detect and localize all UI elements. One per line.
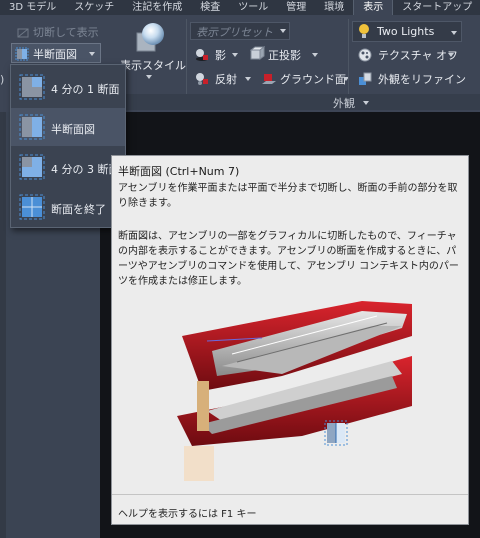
tooltip-detail: 断面図は、アセンブリの一部をグラフィカルに切断したもので、フィーチャの内部を表示…	[118, 231, 459, 287]
shadow-button[interactable]: 影	[215, 47, 226, 63]
tab-5[interactable]: 管理	[277, 0, 315, 15]
tooltip-description: アセンブリを作業平面または平面で半分まで切断し、断面の手前の部分を取り除きます。	[118, 183, 458, 209]
tab-8[interactable]: スタートアップ	[393, 0, 480, 15]
half-section-label: 半断面図	[33, 48, 77, 61]
menu-item-label: 4 分の 1 断面	[51, 83, 120, 96]
tooltip-help-hint: ヘルプを表示するには F1 キー	[118, 509, 257, 520]
shadow-icon	[195, 47, 209, 61]
menu-item-three-quarter-section[interactable]: 4 分の 3 断面	[11, 148, 125, 186]
menu-item-label: 断面を終了	[51, 203, 106, 216]
chevron-down-icon	[451, 31, 457, 35]
lighting-select-value: Two Lights	[377, 25, 435, 38]
display-style-button[interactable]: 表示スタイル	[120, 57, 186, 73]
menu-item-label: 4 分の 3 断面	[51, 163, 120, 176]
tab-7[interactable]: 表示	[353, 0, 394, 15]
section-view-dropdown: 4 分の 1 断面 半断面図 4 分の 3 断面 断面を終了	[10, 64, 126, 228]
tab-0[interactable]: 3D モデル	[0, 0, 65, 15]
three-quarter-section-icon	[19, 154, 45, 180]
menu-item-end-section[interactable]: 断面を終了	[11, 188, 125, 226]
menu-item-label: 半断面図	[51, 123, 95, 136]
chevron-down-icon[interactable]	[232, 53, 238, 57]
tab-6[interactable]: 環境	[315, 0, 353, 15]
reflection-icon	[195, 71, 209, 85]
tooltip-divider	[112, 494, 468, 495]
tooltip-illustration	[162, 296, 422, 486]
light-bulb-icon	[358, 23, 370, 39]
reflection-button[interactable]: 反射	[215, 71, 237, 87]
quarter-section-icon	[19, 74, 45, 100]
command-tooltip: 半断面図 (Ctrl+Num 7) アセンブリを作業平面または平面で半分まで切断…	[111, 155, 469, 525]
tab-1[interactable]: スケッチ	[65, 0, 123, 15]
half-section-icon	[324, 420, 348, 446]
orthographic-cube-icon	[249, 46, 266, 61]
refine-appearance-button[interactable]: 外観をリファイン	[378, 71, 466, 87]
cut-display-icon	[17, 24, 29, 38]
tab-3[interactable]: 検査	[191, 0, 229, 15]
orthographic-button[interactable]: 正投影	[268, 47, 301, 63]
preset-select-value: 表示プリセット	[196, 26, 273, 39]
menu-item-quarter-section[interactable]: 4 分の 1 断面	[11, 68, 125, 106]
tooltip-title: 半断面図 (Ctrl+Num 7)	[118, 165, 240, 178]
chevron-down-icon[interactable]	[146, 75, 152, 79]
menu-item-half-section[interactable]: 半断面図	[11, 108, 125, 146]
chevron-down-icon	[280, 29, 286, 33]
chevron-down-icon[interactable]	[363, 101, 369, 105]
ribbon-separator	[348, 19, 349, 105]
collapsed-panel-edge: )	[0, 73, 5, 86]
cut-display-button[interactable]: 切断して表示	[33, 24, 99, 40]
chevron-down-icon[interactable]	[89, 52, 95, 56]
end-section-icon	[19, 194, 45, 220]
ribbon-panel-label-bar: 外観	[105, 94, 480, 110]
ribbon-separator	[186, 19, 187, 105]
chevron-down-icon[interactable]	[245, 77, 251, 81]
texture-icon	[358, 47, 372, 62]
display-style-sphere-icon	[135, 21, 167, 53]
ground-plane-icon	[262, 72, 276, 86]
refine-appearance-icon	[358, 71, 372, 85]
ribbon-tab-bar: 3D モデル スケッチ 注記を作成 検査 ツール 管理 環境 表示 スタートアップ	[0, 0, 480, 15]
tab-2[interactable]: 注記を作成	[123, 0, 191, 15]
texture-button[interactable]: テクスチャ オフ	[378, 47, 458, 63]
panel-appearance-label[interactable]: 外観	[333, 95, 355, 111]
chevron-down-icon[interactable]	[448, 53, 454, 57]
half-section-icon	[19, 114, 45, 140]
tab-4[interactable]: ツール	[229, 0, 277, 15]
ground-plane-button[interactable]: グラウンド面	[280, 71, 346, 87]
chevron-down-icon[interactable]	[312, 53, 318, 57]
half-section-icon	[15, 46, 29, 61]
